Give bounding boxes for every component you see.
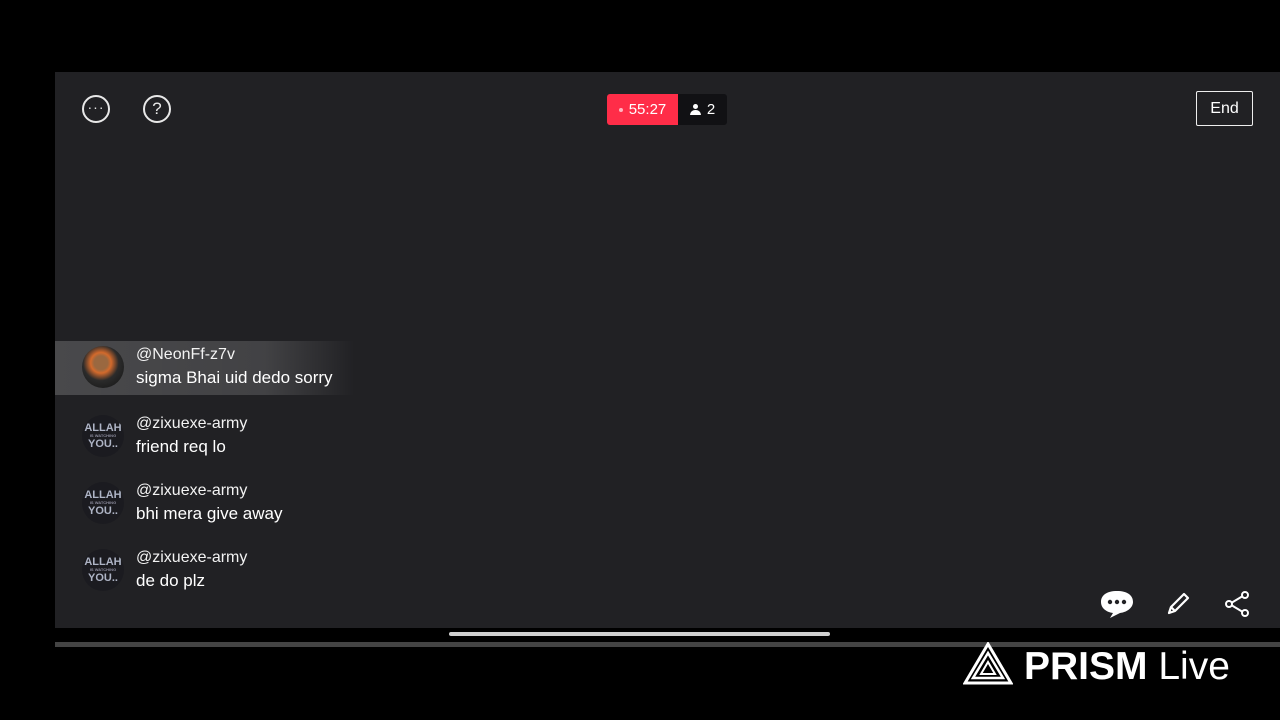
avatar: ALLAH IS WATCHING YOU..	[82, 415, 124, 457]
viewer-count-badge: 2	[678, 94, 727, 125]
share-icon[interactable]	[1218, 585, 1256, 623]
prism-logo-icon	[963, 642, 1013, 685]
live-stream-screen: ··· ? 55:27 2 End @NeonFf-z7v sigma Bhai…	[55, 72, 1280, 628]
live-timer-badge: 55:27	[607, 94, 678, 125]
chat-bubble-icon[interactable]	[1098, 585, 1136, 623]
chat-comment: @NeonFf-z7v sigma Bhai uid dedo sorry	[55, 341, 355, 395]
pencil-icon[interactable]	[1159, 585, 1197, 623]
comment-username: @zixuexe-army	[136, 482, 248, 499]
end-stream-button[interactable]: End	[1196, 91, 1253, 126]
home-indicator[interactable]	[449, 632, 830, 636]
more-options-icon[interactable]: ···	[82, 95, 110, 123]
prism-live-watermark: PRISM Live	[1024, 645, 1230, 688]
avatar	[82, 346, 124, 388]
comment-username: @zixuexe-army	[136, 415, 248, 432]
chat-comment: ALLAH IS WATCHING YOU.. @zixuexe-army de d…	[55, 544, 355, 598]
chat-comment: ALLAH IS WATCHING YOU.. @zixuexe-army frie…	[55, 410, 355, 464]
comment-message: de do plz	[136, 571, 205, 590]
chat-comment: ALLAH IS WATCHING YOU.. @zixuexe-army bhi …	[55, 477, 355, 531]
avatar: ALLAH IS WATCHING YOU..	[82, 549, 124, 591]
help-icon[interactable]: ?	[143, 95, 171, 123]
comment-message: friend req lo	[136, 437, 226, 456]
person-icon	[689, 104, 701, 115]
comment-username: @zixuexe-army	[136, 549, 248, 566]
viewer-count: 2	[706, 101, 716, 118]
live-dot-icon	[618, 107, 623, 112]
comment-message: bhi mera give away	[136, 504, 283, 523]
avatar: ALLAH IS WATCHING YOU..	[82, 482, 124, 524]
comment-username: @NeonFf-z7v	[136, 346, 235, 363]
live-timer-text: 55:27	[628, 101, 667, 118]
comment-message: sigma Bhai uid dedo sorry	[136, 368, 333, 387]
